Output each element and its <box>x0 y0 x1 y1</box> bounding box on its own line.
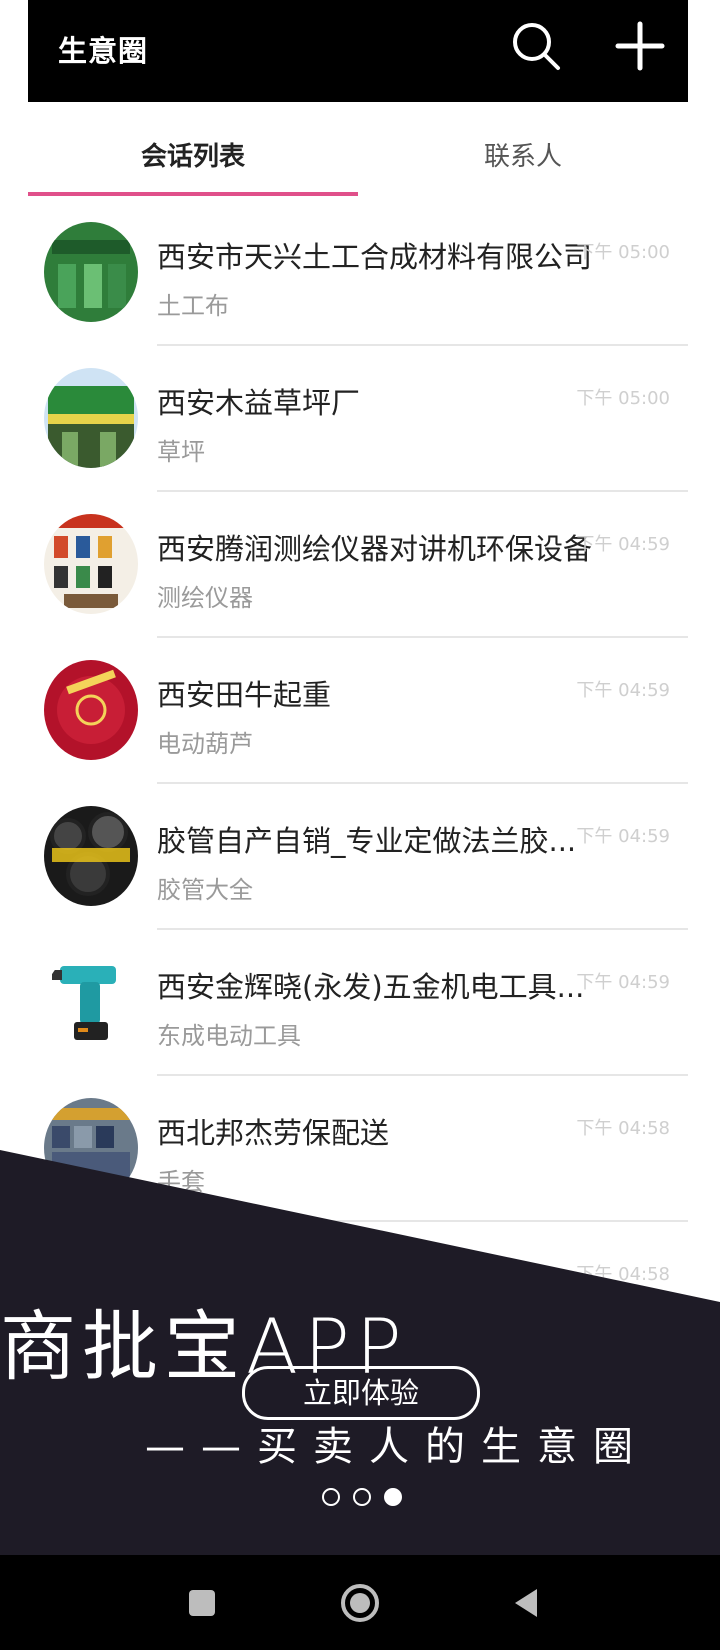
conversation-time: 下午 04:59 <box>576 826 670 847</box>
square-icon[interactable] <box>180 1581 224 1625</box>
avatar <box>44 222 138 322</box>
circle-home-icon[interactable] <box>338 1581 382 1625</box>
conversation-subtitle: 胶管大全 <box>157 876 253 904</box>
avatar <box>44 806 138 906</box>
plus-icon[interactable] <box>612 18 668 74</box>
list-item[interactable]: 西安市天兴土工合成材料有限公司 土工布 下午 05:00 <box>0 200 720 346</box>
conversation-time: 下午 04:59 <box>576 534 670 555</box>
list-item[interactable]: 西安田牛起重 电动葫芦 下午 04:59 <box>0 638 720 784</box>
conversation-name: 西安田牛起重 <box>157 678 332 712</box>
list-item[interactable]: 西安木益草坪厂 草坪 下午 05:00 <box>0 346 720 492</box>
conversation-name: 西安市天兴土工合成材料有限公司 <box>157 240 593 274</box>
system-nav-bar <box>0 1555 720 1650</box>
tab-contacts[interactable]: 联系人 <box>358 136 688 173</box>
tab-active-indicator <box>28 192 358 196</box>
conversation-time: 下午 04:59 <box>576 680 670 701</box>
list-item[interactable]: 西安金辉晓(永发)五金机电工具... 东成电动工具 下午 04:59 <box>0 930 720 1076</box>
try-now-button[interactable]: 立即体验 <box>242 1366 480 1420</box>
tab-bar: 会话列表 联系人 <box>28 102 688 198</box>
conversation-subtitle: 东成电动工具 <box>157 1022 301 1050</box>
conversation-name: 胶管自产自销_专业定做法兰胶... <box>157 824 577 858</box>
avatar <box>44 368 138 468</box>
conversation-subtitle: 电动葫芦 <box>157 730 253 758</box>
conversation-time: 下午 05:00 <box>576 242 670 263</box>
search-icon[interactable] <box>508 18 564 74</box>
avatar <box>44 660 138 760</box>
promo-banner[interactable]: 商批宝APP 立即体验 ——买卖人的生意圈 <box>0 1150 720 1555</box>
tab-conversation-list[interactable]: 会话列表 <box>28 136 358 173</box>
conversation-subtitle: 草坪 <box>157 438 205 466</box>
list-item[interactable]: 胶管自产自销_专业定做法兰胶... 胶管大全 下午 04:59 <box>0 784 720 930</box>
promo-slogan: ——买卖人的生意圈 <box>145 1424 649 1470</box>
conversation-name: 西安腾润测绘仪器对讲机环保设备 <box>157 532 593 566</box>
conversation-time: 下午 04:59 <box>576 972 670 993</box>
carousel-dot[interactable] <box>322 1487 340 1506</box>
conversation-subtitle: 土工布 <box>157 292 229 320</box>
conversation-subtitle: 测绘仪器 <box>157 584 253 612</box>
carousel-dot[interactable] <box>353 1487 372 1506</box>
conversation-name: 西安木益草坪厂 <box>157 386 361 420</box>
conversation-name: 西安金辉晓(永发)五金机电工具... <box>157 970 585 1004</box>
avatar <box>44 514 138 614</box>
avatar <box>44 952 138 1052</box>
conversation-name: 西北邦杰劳保配送 <box>157 1116 390 1150</box>
conversation-time: 下午 05:00 <box>576 388 670 409</box>
top-bar: 生意圈 <box>28 0 688 102</box>
carousel-dots <box>322 1486 410 1506</box>
list-item[interactable]: 西安腾润测绘仪器对讲机环保设备 测绘仪器 下午 04:59 <box>0 492 720 638</box>
conversation-time: 下午 04:58 <box>576 1118 670 1139</box>
page-title: 生意圈 <box>58 34 149 68</box>
carousel-dot-active[interactable] <box>384 1487 403 1506</box>
triangle-back-icon[interactable] <box>505 1581 549 1625</box>
